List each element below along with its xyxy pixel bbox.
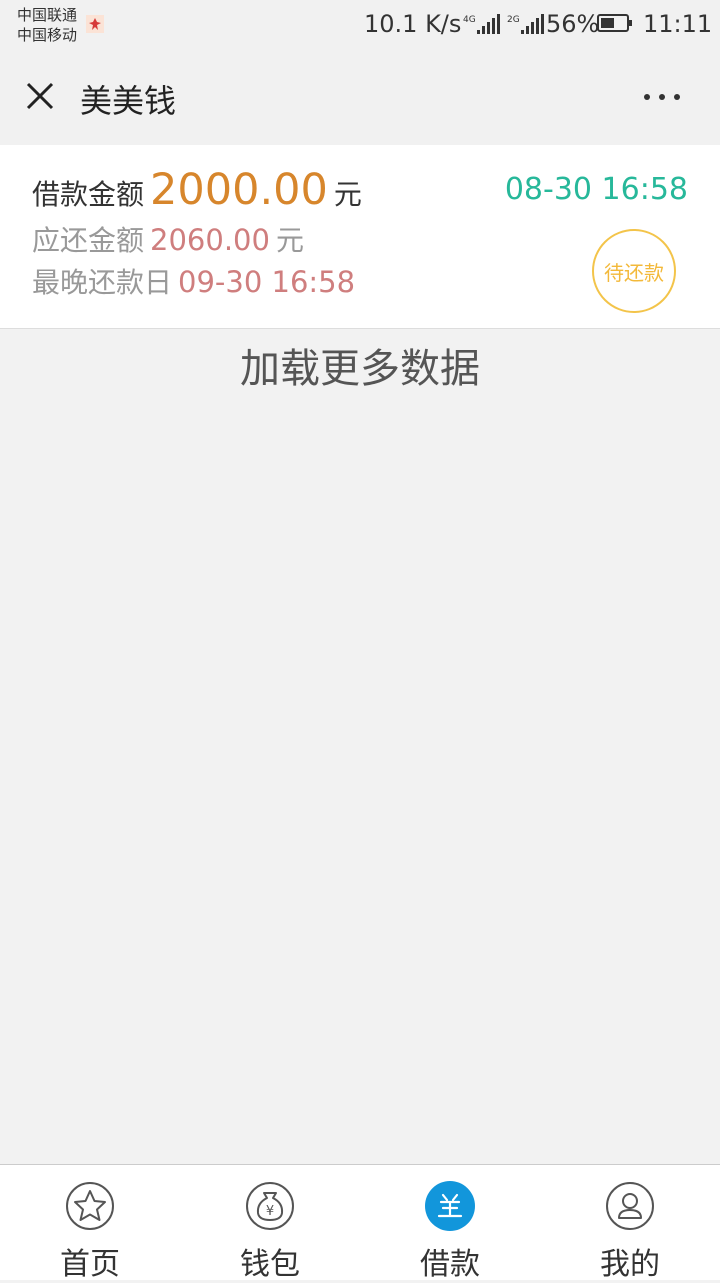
repay-amount-unit: 元	[275, 224, 304, 257]
status-badge: 待还款	[592, 229, 676, 313]
repay-amount-row: 应还金额 2060.00 元	[32, 219, 304, 259]
loan-amount-label: 借款金额	[32, 178, 145, 211]
tab-wallet-label: 钱包	[240, 1247, 300, 1282]
tab-loan-label: 借款	[420, 1247, 480, 1282]
due-date-row: 最晚还款日 09-30 16:58	[32, 261, 355, 301]
signal-2-type: 2G	[507, 15, 520, 25]
tab-mine[interactable]: 我的	[540, 1165, 720, 1282]
repay-amount-value: 2060.00	[150, 223, 270, 257]
tab-wallet[interactable]: ¥ 钱包	[180, 1165, 360, 1282]
load-more-button[interactable]: 加载更多数据	[0, 336, 720, 394]
more-dots-icon[interactable]	[640, 90, 684, 104]
battery-fill	[601, 18, 615, 28]
battery-icon	[597, 14, 632, 32]
signal-1-type: 4G	[463, 15, 476, 25]
tab-loan[interactable]: 借款	[360, 1165, 540, 1282]
tab-bar: 首页 ¥ 钱包 借款 我的	[0, 1164, 720, 1282]
network-speed: 10.1 K/s	[364, 10, 462, 38]
carrier-logo-icon	[86, 15, 104, 33]
close-icon[interactable]	[22, 78, 58, 114]
loan-icon	[425, 1181, 475, 1231]
loan-record-card[interactable]: 借款金额 2000.00 元 08-30 16:58 应还金额 2060.00 元 最晚…	[0, 145, 720, 329]
battery-percent: 56%	[546, 10, 600, 38]
status-bar: 中国联通 中国移动 10.1 K/s 4G 2G 56% 11:11	[0, 0, 720, 50]
tab-mine-label: 我的	[600, 1247, 660, 1282]
due-date-value: 09-30 16:58	[178, 265, 356, 299]
repay-amount-label: 应还金额	[32, 224, 145, 257]
tab-home[interactable]: 首页	[0, 1165, 180, 1282]
loan-amount-unit: 元	[333, 178, 362, 211]
svg-text:¥: ¥	[266, 1204, 274, 1219]
person-icon	[606, 1182, 654, 1230]
carrier-info: 中国联通 中国移动	[17, 5, 77, 45]
nav-bar: 美美钱	[0, 50, 720, 145]
due-date-label: 最晚还款日	[32, 266, 173, 299]
loan-amount-value: 2000.00	[150, 165, 328, 215]
star-icon	[66, 1182, 114, 1230]
clock: 11:11	[643, 10, 713, 38]
page-title: 美美钱	[80, 82, 177, 120]
carrier-1: 中国联通	[17, 6, 78, 24]
loan-time: 08-30 16:58	[504, 172, 688, 207]
signal-4g-icon: 4G	[463, 14, 500, 34]
carrier-2: 中国移动	[17, 26, 78, 44]
signal-2g-icon: 2G	[507, 14, 544, 34]
money-bag-icon: ¥	[246, 1182, 294, 1230]
loan-amount-row: 借款金额 2000.00 元	[32, 165, 362, 215]
tab-home-label: 首页	[60, 1247, 120, 1282]
